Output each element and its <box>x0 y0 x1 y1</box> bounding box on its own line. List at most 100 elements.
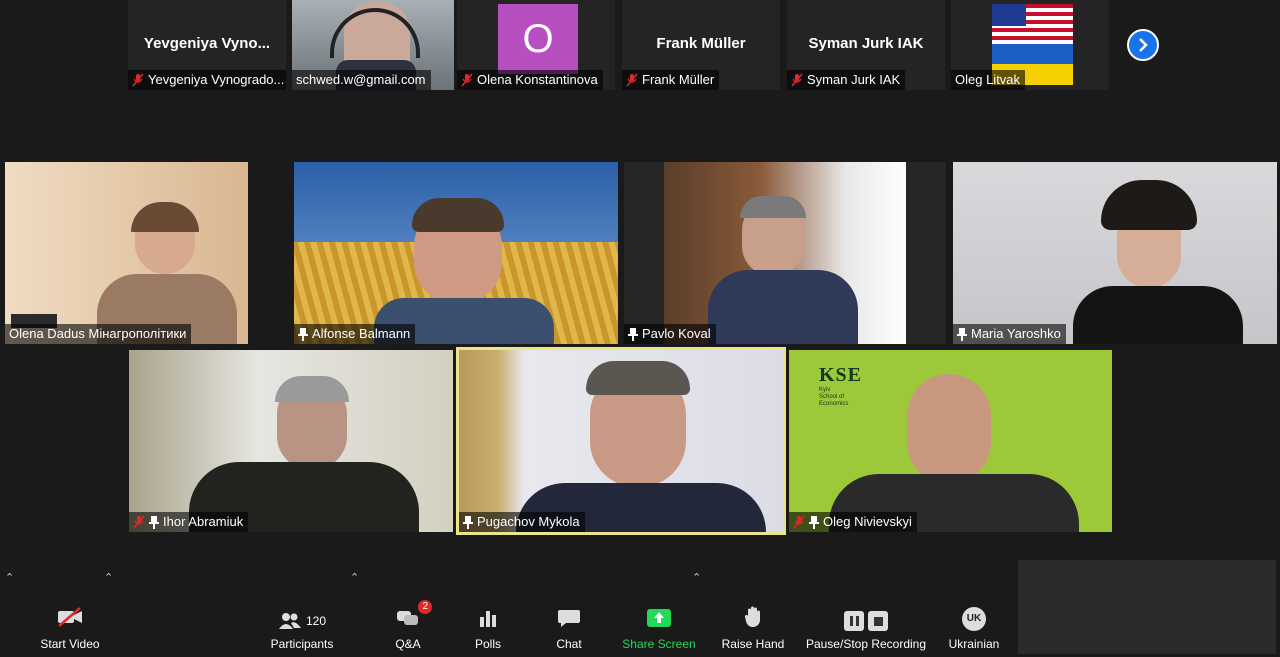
strip-label: schwed.w@gmail.com <box>292 70 431 90</box>
mic-muted-icon <box>133 515 145 529</box>
share-screen-button[interactable]: Share Screen <box>622 608 696 651</box>
video-tile[interactable]: Maria Yaroshko <box>953 162 1277 344</box>
video-tile[interactable]: Pavlo Koval <box>624 162 946 344</box>
strip-display-name: Yevgeniya Vyno... <box>143 35 271 52</box>
strip-display-name: Frank Müller <box>656 35 746 52</box>
start-video-button[interactable]: Start Video <box>38 606 102 651</box>
pin-icon <box>957 327 967 341</box>
qa-label: Q&A <box>395 637 421 651</box>
meeting-toolbar: ⌃ Start Video ⌃ 120 Participants ⌃ 2 Q&A… <box>0 557 1018 657</box>
video-tile[interactable]: Olena Dadus Мінагрополітики <box>5 162 248 344</box>
kse-logo: KSE Kyiv School of Economics <box>819 364 862 408</box>
strip-tile-1[interactable]: Yevgeniya Vyno... Yevgeniya Vynogrado... <box>128 0 286 90</box>
participant-label: Alfonse Balmann <box>294 324 416 344</box>
person-hair <box>275 376 349 402</box>
avatar: O <box>498 4 578 74</box>
strip-tile-2[interactable]: schwed.w@gmail.com <box>292 0 454 90</box>
participant-label: Maria Yaroshko <box>953 324 1066 344</box>
strip-label: Yevgeniya Vynogrado... <box>128 70 286 90</box>
person-hair <box>412 198 504 232</box>
active-speaker-tile[interactable]: Pugachov Mykola <box>456 347 786 535</box>
participants-icon <box>278 613 301 629</box>
pin-icon <box>463 515 473 529</box>
language-icon: UK <box>962 607 986 631</box>
participant-name: Pavlo Koval <box>642 326 711 341</box>
strip-label: Oleg Litvak <box>951 70 1026 90</box>
strip-label-text: Olena Konstantinova <box>477 72 598 87</box>
participant-label: Olena Dadus Мінагрополітики <box>5 324 192 344</box>
person-hair <box>740 196 806 218</box>
strip-label-text: Yevgeniya Vynogrado... <box>148 72 285 87</box>
share-screen-label: Share Screen <box>622 637 696 651</box>
participant-name: Maria Yaroshko <box>971 326 1061 341</box>
video-off-icon <box>58 607 82 627</box>
chevron-up-icon[interactable]: ⌃ <box>692 571 701 584</box>
kse-logo-line3: Economics <box>819 401 849 407</box>
mic-muted-icon <box>626 73 638 87</box>
strip-label-text: schwed.w@gmail.com <box>296 72 426 87</box>
chat-button[interactable]: Chat <box>550 608 588 651</box>
participant-label: Oleg Nivievskyi <box>789 512 917 532</box>
participant-label: Pugachov Mykola <box>459 512 585 532</box>
video-tile[interactable]: KSE Kyiv School of Economics Oleg Niviev… <box>789 350 1112 532</box>
strip-label: Frank Müller <box>622 70 720 90</box>
video-tile[interactable]: Ihor Abramiuk <box>129 350 453 532</box>
recording-label: Pause/Stop Recording <box>805 637 927 651</box>
mic-muted-icon <box>461 73 473 87</box>
participants-label: Participants <box>270 637 334 651</box>
participant-name: Olena Dadus Мінагрополітики <box>9 326 187 341</box>
person-body <box>1073 286 1243 344</box>
kse-logo-title: KSE <box>819 364 863 386</box>
mic-muted-icon <box>791 73 803 87</box>
chevron-up-icon[interactable]: ⌃ <box>350 571 359 584</box>
strip-label-text: Frank Müller <box>642 72 715 87</box>
chevron-right-icon[interactable] <box>1127 29 1159 61</box>
pin-icon <box>298 327 308 341</box>
raise-hand-button[interactable]: Raise Hand <box>721 606 785 651</box>
chat-label: Chat <box>556 637 582 651</box>
polls-icon <box>480 611 496 627</box>
recording-controls[interactable]: Pause/Stop Recording <box>805 611 927 651</box>
strip-display-name: Syman Jurk IAK <box>808 35 924 52</box>
polls-button[interactable]: Polls <box>470 608 506 651</box>
participant-name: Oleg Nivievskyi <box>823 514 912 529</box>
participants-count: 120 <box>305 614 327 628</box>
kse-logo-line2: School of <box>819 394 845 400</box>
start-video-label: Start Video <box>40 637 100 651</box>
strip-tile-3[interactable]: O Olena Konstantinova <box>457 0 615 90</box>
polls-label: Polls <box>474 637 501 651</box>
strip-tile-6[interactable]: Oleg Litvak <box>951 0 1109 90</box>
participants-button[interactable]: 120 Participants <box>268 611 336 651</box>
chevron-up-icon[interactable]: ⌃ <box>104 571 113 584</box>
person-face <box>907 374 991 484</box>
share-screen-icon <box>647 609 671 627</box>
chat-icon <box>558 610 580 627</box>
language-button[interactable]: UK Ukrainian <box>946 607 1002 651</box>
participant-name: Pugachov Mykola <box>477 514 580 529</box>
pin-icon <box>809 515 819 529</box>
video-tile[interactable]: Alfonse Balmann <box>294 162 618 344</box>
qa-button[interactable]: 2 Q&A <box>388 600 432 651</box>
strip-label: Olena Konstantinova <box>457 70 603 90</box>
raise-hand-label: Raise Hand <box>721 637 785 651</box>
strip-label-text: Syman Jurk IAK <box>807 72 901 87</box>
qa-icon <box>397 611 418 625</box>
stop-icon[interactable] <box>868 611 888 631</box>
mic-muted-icon <box>793 515 805 529</box>
chevron-up-icon[interactable]: ⌃ <box>5 571 14 584</box>
qa-badge: 2 <box>418 600 432 614</box>
participant-name: Alfonse Balmann <box>312 326 411 341</box>
side-panel <box>1018 560 1276 654</box>
person-body <box>708 270 858 344</box>
strip-label: Syman Jurk IAK <box>787 70 906 90</box>
strip-label-text: Oleg Litvak <box>955 72 1021 87</box>
participant-label: Pavlo Koval <box>624 324 716 344</box>
participant-label: Ihor Abramiuk <box>129 512 249 532</box>
pause-icon[interactable] <box>844 611 864 631</box>
mic-muted-icon <box>132 73 144 87</box>
strip-tile-4[interactable]: Frank Müller Frank Müller <box>622 0 780 90</box>
strip-tile-5[interactable]: Syman Jurk IAK Syman Jurk IAK <box>787 0 945 90</box>
raise-hand-icon <box>744 606 760 628</box>
kse-logo-line1: Kyiv <box>819 387 831 393</box>
language-label: Ukrainian <box>948 637 1000 651</box>
